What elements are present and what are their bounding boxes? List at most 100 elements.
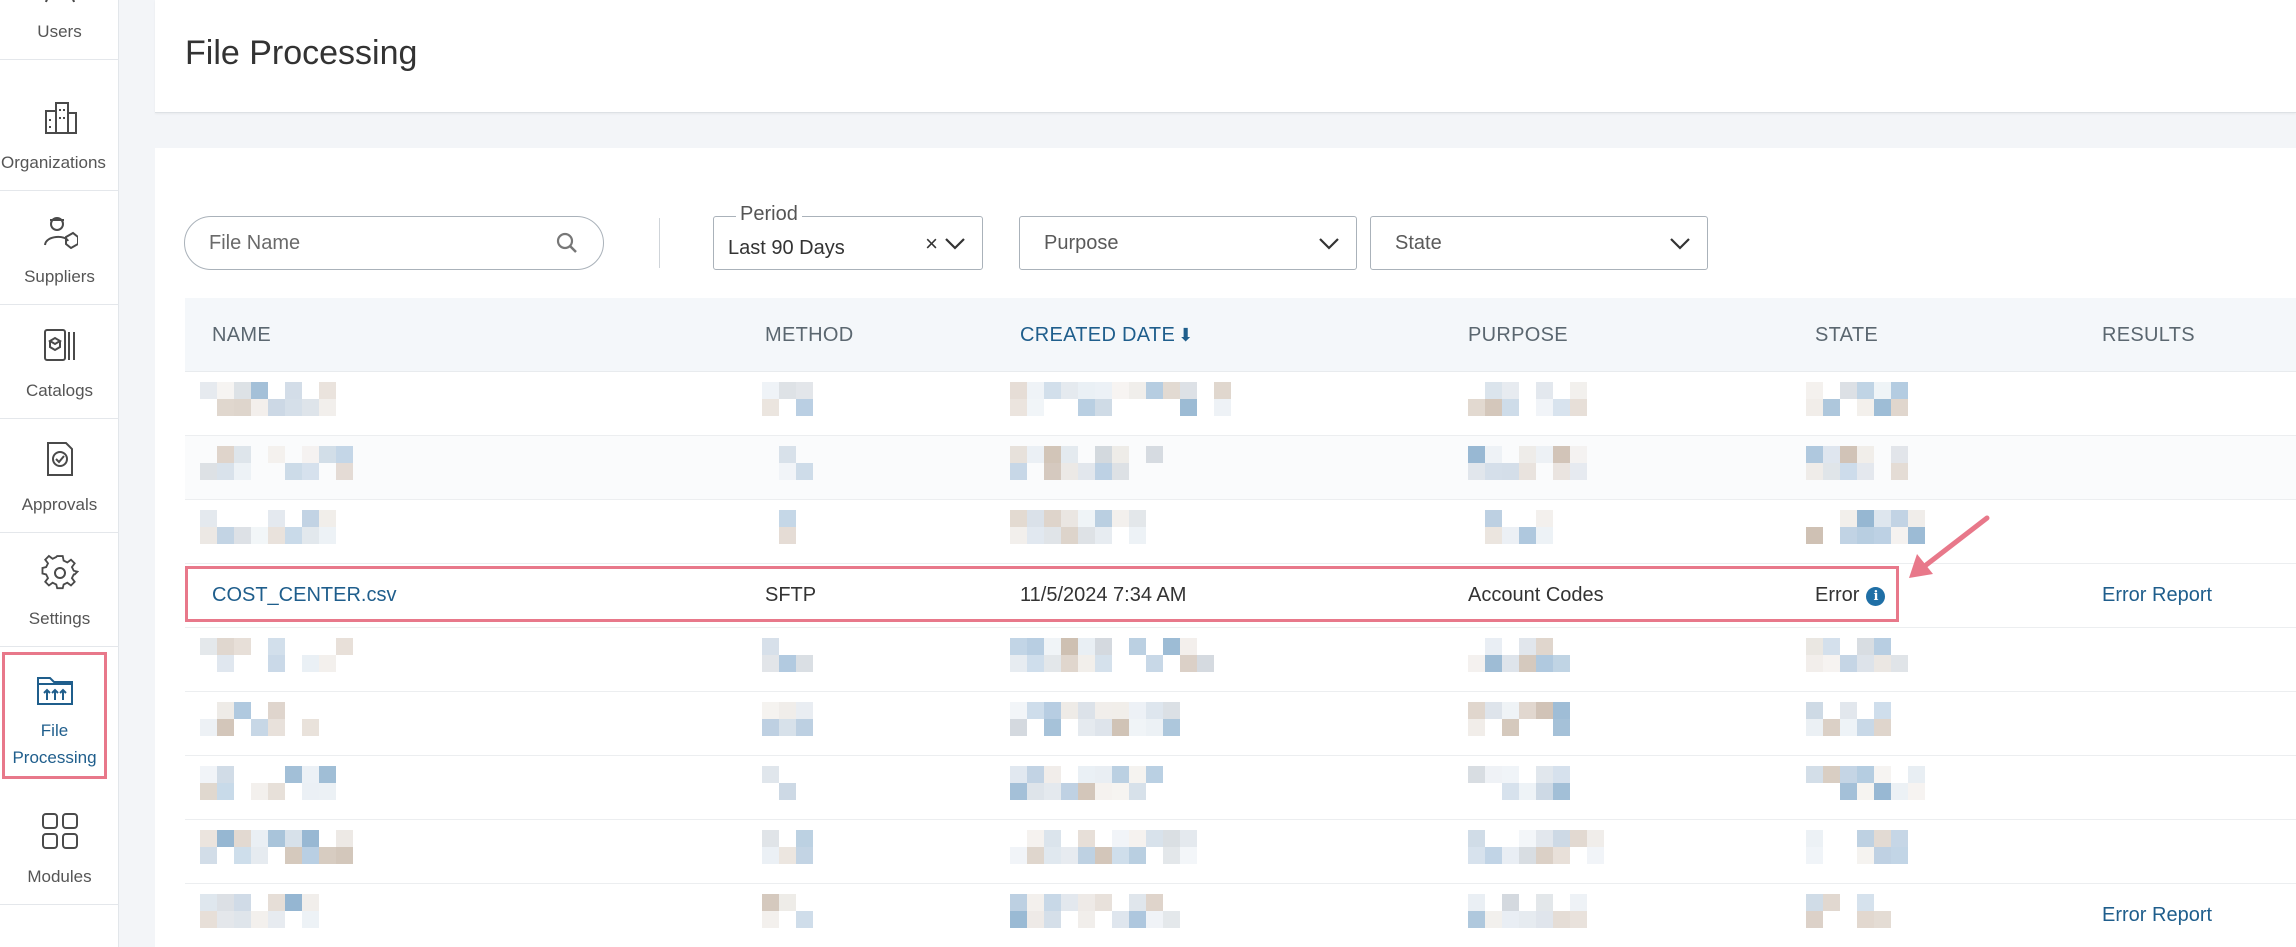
redacted-pixel: [1570, 894, 1587, 911]
table-row[interactable]: [185, 756, 2296, 820]
redacted-pixel: [1485, 766, 1502, 783]
file-name-link[interactable]: COST_CENTER.csv: [212, 584, 396, 607]
table-row[interactable]: [185, 372, 2296, 436]
redacted-pixel: [1078, 702, 1095, 719]
redacted-pixel: [1112, 510, 1129, 527]
redacted-pixel: [1536, 894, 1553, 911]
redacted-pixel: [1485, 655, 1502, 672]
redacted-pixel: [1891, 655, 1908, 672]
redacted-pixel: [1095, 382, 1112, 399]
redacted-pixel: [1536, 911, 1553, 928]
redacted-pixel: [1061, 510, 1078, 527]
redacted-pixel: [1027, 847, 1044, 864]
file-name-search[interactable]: [184, 216, 604, 270]
created-date-cell: 11/5/2024 7:34 AM: [1020, 584, 1187, 606]
redacted-pixel: [796, 463, 813, 480]
redacted-pixel: [319, 655, 336, 672]
redacted-pixel: [217, 766, 234, 783]
redacted-pixel: [1502, 847, 1519, 864]
sidebar-item-approvals[interactable]: Approvals: [0, 419, 119, 533]
redacted-pixel: [1010, 382, 1027, 399]
redacted-pixel: [1010, 702, 1027, 719]
redacted-pixel: [1857, 527, 1874, 544]
redacted-pixel: [1027, 399, 1044, 416]
redacted-pixel: [1570, 911, 1587, 928]
redacted-pixel: [268, 638, 285, 655]
redacted-pixel: [796, 399, 813, 416]
redacted-pixel: [268, 510, 285, 527]
column-header-name[interactable]: NAME: [212, 324, 271, 347]
redacted-pixel: [1502, 911, 1519, 928]
redacted-pixel: [1570, 382, 1587, 399]
sidebar-item-modules[interactable]: Modules: [0, 791, 119, 905]
redacted-pixel: [1519, 702, 1536, 719]
redacted-pixel: [1112, 911, 1129, 928]
redacted-pixel: [1806, 766, 1823, 783]
redacted-pixel: [1857, 382, 1874, 399]
sidebar-item-users[interactable]: Users: [0, 0, 119, 60]
redacted-pixel: [285, 463, 302, 480]
table-row[interactable]: [185, 628, 2296, 692]
redacted-pixel: [336, 830, 353, 847]
redacted-pixel: [1095, 702, 1112, 719]
redacted-pixel: [1857, 911, 1874, 928]
sidebar-item-file-processing[interactable]: File Processing: [2, 652, 107, 779]
redacted-pixel: [1519, 463, 1536, 480]
table-row[interactable]: [185, 692, 2296, 756]
column-header-results[interactable]: RESULTS: [2102, 324, 2195, 347]
redacted-pixel: [1485, 510, 1502, 527]
sidebar-item-suppliers[interactable]: Suppliers: [0, 191, 119, 305]
column-header-created-date[interactable]: CREATED DATE ⬇: [1020, 324, 1194, 347]
table-row[interactable]: [185, 820, 2296, 884]
chevron-down-icon[interactable]: [944, 234, 966, 252]
redacted-pixel: [251, 911, 268, 928]
redacted-pixel: [1874, 766, 1891, 783]
purpose-select[interactable]: Purpose: [1019, 216, 1357, 270]
redacted-pixel: [1840, 527, 1857, 544]
redacted-pixel: [1061, 702, 1078, 719]
redacted-pixel: [1146, 446, 1163, 463]
redacted-pixel: [319, 766, 336, 783]
info-icon[interactable]: i: [1866, 587, 1886, 606]
chevron-down-icon[interactable]: [1669, 234, 1691, 252]
redacted-pixel: [1180, 830, 1197, 847]
period-label: Period: [736, 203, 802, 226]
search-icon[interactable]: [555, 231, 579, 255]
redacted-pixel: [285, 399, 302, 416]
redacted-pixel: [1129, 847, 1146, 864]
state-select[interactable]: State: [1370, 216, 1708, 270]
sidebar-item-label: Settings: [28, 609, 91, 628]
redacted-pixel: [302, 446, 319, 463]
table-row[interactable]: [185, 436, 2296, 500]
redacted-pixel: [1095, 655, 1112, 672]
redacted-pixel: [1044, 911, 1061, 928]
redacted-pixel: [1823, 463, 1840, 480]
redacted-pixel: [200, 719, 217, 736]
redacted-pixel: [1027, 655, 1044, 672]
redacted-pixel: [1180, 399, 1197, 416]
column-header-purpose[interactable]: PURPOSE: [1468, 324, 1568, 347]
chevron-down-icon[interactable]: [1318, 234, 1340, 252]
column-header-method[interactable]: METHOD: [765, 324, 853, 347]
redacted-pixel: [285, 847, 302, 864]
error-report-link[interactable]: Error Report: [2102, 584, 2212, 607]
redacted-pixel: [251, 527, 268, 544]
sidebar-item-catalogs[interactable]: Catalogs: [0, 305, 119, 419]
redacted-pixel: [1468, 766, 1485, 783]
redacted-pixel: [762, 702, 779, 719]
redacted-pixel: [1840, 510, 1857, 527]
redacted-pixel: [1806, 382, 1823, 399]
error-report-link[interactable]: Error Report: [2102, 904, 2212, 927]
redacted-pixel: [1553, 463, 1570, 480]
sidebar-item-organizations[interactable]: Organizations: [0, 77, 119, 191]
sidebar-item-settings[interactable]: Settings: [0, 533, 119, 647]
file-name-input[interactable]: [209, 231, 555, 255]
redacted-pixel: [302, 894, 319, 911]
redacted-pixel: [217, 463, 234, 480]
redacted-pixel: [200, 463, 217, 480]
redacted-pixel: [779, 719, 796, 736]
clear-icon[interactable]: ×: [925, 231, 938, 257]
column-header-state[interactable]: STATE: [1815, 324, 1878, 347]
table-row[interactable]: Error Report: [185, 884, 2296, 947]
period-select[interactable]: Period Last 90 Days ×: [713, 203, 983, 270]
